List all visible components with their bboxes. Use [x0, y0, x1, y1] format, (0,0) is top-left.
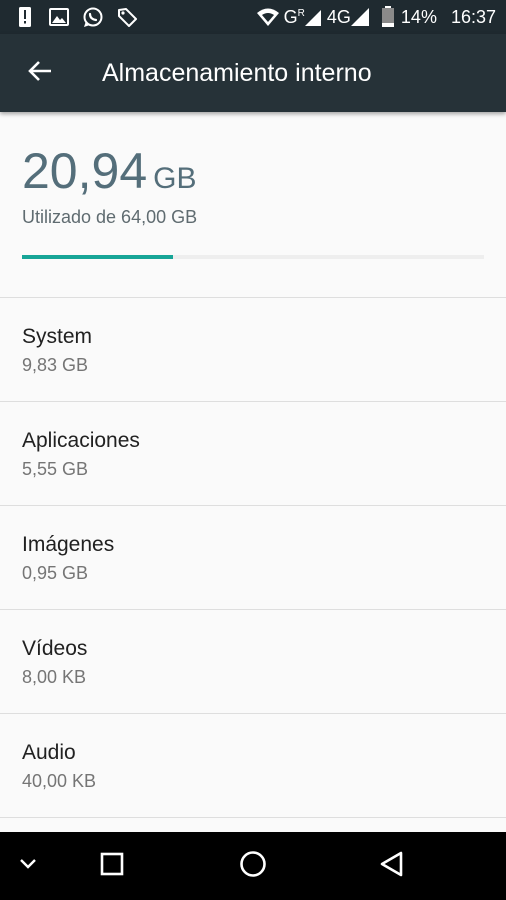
chevron-down-icon — [18, 857, 38, 876]
arrow-back-icon — [27, 58, 53, 89]
storage-progress-fill — [22, 255, 174, 259]
alert-icon — [14, 6, 36, 28]
home-icon — [239, 850, 267, 883]
clock: 16:37 — [450, 6, 496, 27]
wifi-icon — [256, 6, 280, 28]
item-label: System — [22, 325, 93, 348]
storage-item-apps[interactable]: Aplicaciones 5,55 GB — [0, 402, 506, 506]
item-label: Vídeos — [22, 637, 88, 660]
image-icon — [48, 6, 70, 28]
item-label: Audio — [22, 741, 76, 764]
nav-hide-button[interactable] — [6, 844, 50, 888]
signal-icon — [304, 6, 321, 28]
battery-icon — [381, 6, 395, 28]
used-amount: 20,94 GB — [22, 142, 196, 200]
nav-recents-button[interactable] — [90, 844, 134, 888]
used-number: 20,94 — [22, 143, 148, 199]
recents-icon — [100, 852, 124, 881]
storage-item-audio[interactable]: Audio 40,00 KB — [0, 714, 506, 818]
nav-back-button[interactable] — [370, 844, 414, 888]
signal-g-label: GR — [283, 6, 305, 27]
status-notifications — [14, 6, 138, 28]
battery-percent: 14% — [400, 6, 437, 27]
storage-item-system[interactable]: System 9,83 GB — [0, 298, 506, 402]
back-button[interactable] — [16, 49, 64, 97]
back-triangle-icon — [379, 850, 405, 883]
storage-progress-bar — [22, 255, 484, 259]
page-title: Almacenamiento interno — [102, 59, 372, 87]
network-type-label: 4G — [326, 6, 351, 27]
item-size: 0,95 GB — [22, 563, 89, 583]
item-label: Aplicaciones — [22, 429, 140, 452]
status-bar: GR 4G 14% 16:37 — [0, 0, 506, 34]
storage-item-videos[interactable]: Vídeos 8,00 KB — [0, 610, 506, 714]
item-size: 9,83 GB — [22, 355, 89, 375]
whatsapp-icon — [82, 6, 104, 28]
used-unit: GB — [153, 162, 197, 195]
storage-summary: 20,94 GB Utilizado de 64,00 GB — [0, 112, 506, 297]
app-bar: Almacenamiento interno — [0, 34, 506, 112]
system-nav-bar — [0, 832, 506, 900]
status-indicators: GR 4G 14% 16:37 — [256, 6, 496, 28]
used-of-total: Utilizado de 64,00 GB — [22, 207, 198, 227]
item-size: 5,55 GB — [22, 459, 89, 479]
item-size: 8,00 KB — [22, 667, 87, 687]
nav-home-button[interactable] — [231, 844, 275, 888]
item-label: Imágenes — [22, 533, 115, 556]
storage-category-list: System 9,83 GB Aplicaciones 5,55 GB Imág… — [0, 298, 506, 818]
tag-icon — [116, 6, 138, 28]
storage-item-images[interactable]: Imágenes 0,95 GB — [0, 506, 506, 610]
signal-icon-2 — [350, 6, 369, 28]
item-size: 40,00 KB — [22, 771, 97, 791]
